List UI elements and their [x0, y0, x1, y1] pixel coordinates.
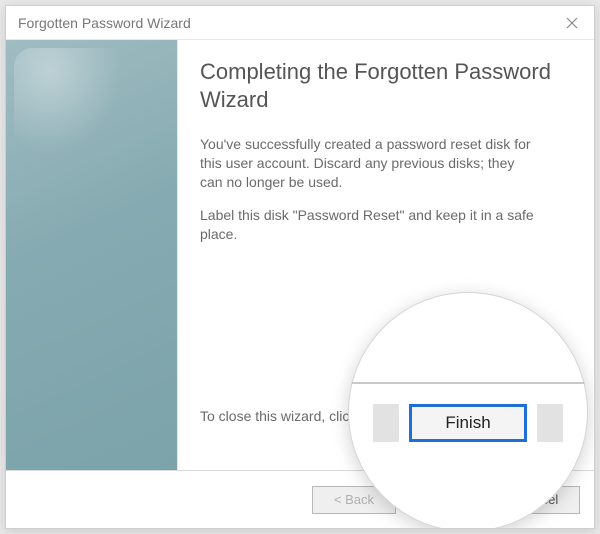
cancel-button[interactable]: Cancel — [496, 486, 580, 514]
finish-button-highlighted[interactable]: Finish — [409, 404, 527, 442]
close-button[interactable] — [560, 11, 584, 35]
window-title: Forgotten Password Wizard — [18, 15, 191, 31]
wizard-paragraph-2: Label this disk "Password Reset" and kee… — [200, 206, 540, 244]
wizard-paragraph-1: You've successfully created a password r… — [200, 135, 540, 192]
finish-button[interactable]: Finish — [404, 486, 488, 514]
wizard-side-graphic — [6, 40, 178, 470]
dialog-window: Forgotten Password Wizard Completing the… — [5, 5, 595, 529]
wizard-content: Completing the Forgotten Password Wizard… — [178, 40, 594, 470]
titlebar: Forgotten Password Wizard — [6, 6, 594, 40]
back-button[interactable]: < Back — [312, 486, 396, 514]
wizard-heading: Completing the Forgotten Password Wizard — [200, 58, 568, 113]
wizard-footer: < Back Finish Cancel — [6, 470, 594, 528]
close-icon — [566, 17, 578, 29]
